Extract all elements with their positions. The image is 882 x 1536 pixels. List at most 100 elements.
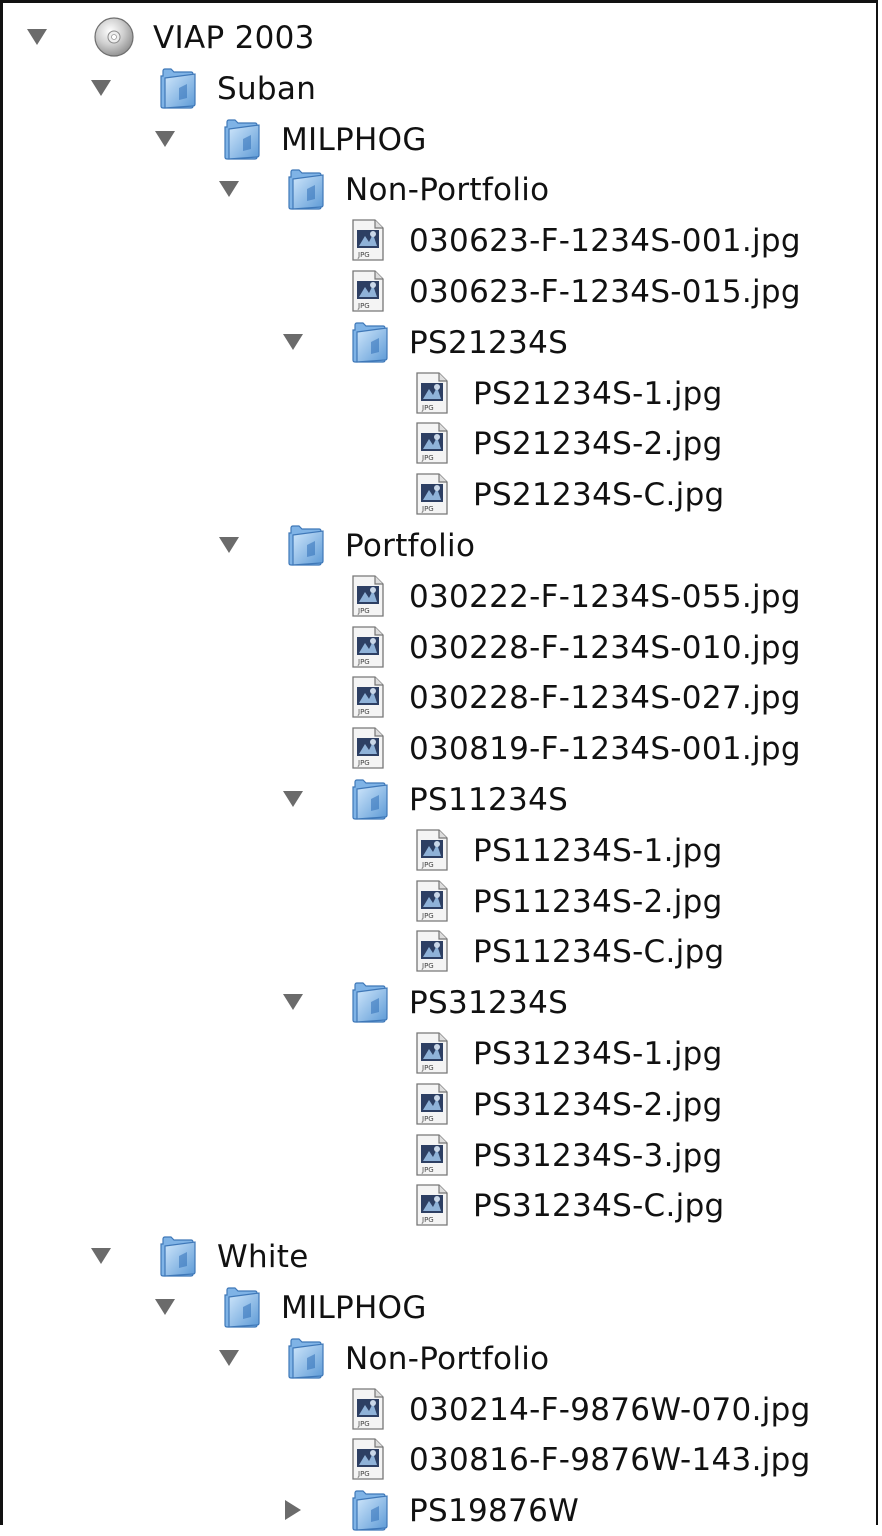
- file-row[interactable]: JPG PS21234S-1.jpg: [3, 368, 881, 419]
- folder-row[interactable]: PS21234S: [3, 317, 881, 368]
- jpeg-file-icon: JPG: [413, 472, 455, 516]
- jpeg-file-icon: JPG: [413, 1133, 455, 1177]
- file-row[interactable]: JPG 030228-F-1234S-010.jpg: [3, 622, 881, 673]
- jpeg-file-icon: JPG: [413, 929, 455, 973]
- item-label: Suban: [217, 70, 317, 107]
- disclosure-triangle-down-icon[interactable]: [279, 787, 307, 811]
- folder-row[interactable]: Portfolio: [3, 520, 881, 571]
- svg-text:JPG: JPG: [357, 658, 370, 666]
- item-label: MILPHOG: [281, 1289, 427, 1326]
- file-row[interactable]: JPG 030214-F-9876W-070.jpg: [3, 1384, 881, 1435]
- folder-icon: [285, 167, 327, 211]
- svg-text:JPG: JPG: [421, 404, 434, 412]
- jpeg-file-icon: JPG: [349, 1437, 391, 1481]
- file-row[interactable]: JPG PS31234S-1.jpg: [3, 1028, 881, 1079]
- disclosure-triangle-down-icon[interactable]: [215, 533, 243, 557]
- folder-icon: [349, 1488, 391, 1532]
- disclosure-triangle-down-icon[interactable]: [279, 990, 307, 1014]
- item-label: PS31234S: [409, 985, 569, 1022]
- jpeg-file-icon: JPG: [349, 218, 391, 262]
- svg-text:JPG: JPG: [421, 861, 434, 869]
- disclosure-triangle-down-icon[interactable]: [215, 177, 243, 201]
- disclosure-triangle-down-icon[interactable]: [151, 1295, 179, 1319]
- disclosure-triangle-down-icon[interactable]: [151, 127, 179, 151]
- folder-icon: [285, 523, 327, 567]
- folder-icon: [221, 1285, 263, 1329]
- svg-text:JPG: JPG: [357, 251, 370, 259]
- item-label: 030228-F-1234S-010.jpg: [409, 629, 801, 666]
- jpeg-file-icon: JPG: [349, 726, 391, 770]
- file-row[interactable]: JPG 030623-F-1234S-015.jpg: [3, 266, 881, 317]
- file-row[interactable]: JPG PS31234S-C.jpg: [3, 1180, 881, 1231]
- folder-icon: [349, 980, 391, 1024]
- item-label: PS21234S: [409, 324, 569, 361]
- svg-text:JPG: JPG: [421, 1115, 434, 1123]
- item-label: 030623-F-1234S-015.jpg: [409, 273, 801, 310]
- folder-icon: [221, 117, 263, 161]
- jpeg-file-icon: JPG: [349, 1387, 391, 1431]
- item-label: PS11234S: [409, 781, 569, 818]
- folder-row[interactable]: MILPHOG: [3, 114, 881, 165]
- file-row[interactable]: JPG PS31234S-2.jpg: [3, 1079, 881, 1130]
- jpeg-file-icon: JPG: [413, 421, 455, 465]
- item-label: Non-Portfolio: [345, 1340, 550, 1377]
- file-row[interactable]: JPG 030816-F-9876W-143.jpg: [3, 1434, 881, 1485]
- disc-row[interactable]: VIAP 2003: [3, 12, 881, 63]
- file-row[interactable]: JPG 030222-F-1234S-055.jpg: [3, 571, 881, 622]
- jpeg-file-icon: JPG: [413, 1082, 455, 1126]
- svg-text:JPG: JPG: [357, 1470, 370, 1478]
- file-row[interactable]: JPG PS31234S-3.jpg: [3, 1130, 881, 1181]
- folder-row[interactable]: Suban: [3, 63, 881, 114]
- item-label: MILPHOG: [281, 121, 427, 158]
- file-row[interactable]: JPG PS21234S-C.jpg: [3, 469, 881, 520]
- item-label: Non-Portfolio: [345, 172, 550, 209]
- svg-text:JPG: JPG: [357, 302, 370, 310]
- jpeg-file-icon: JPG: [349, 574, 391, 618]
- folder-row[interactable]: Non-Portfolio: [3, 164, 881, 215]
- folder-row[interactable]: PS19876W: [3, 1485, 881, 1536]
- item-label: PS21234S-2.jpg: [473, 426, 723, 463]
- file-row[interactable]: JPG PS11234S-1.jpg: [3, 825, 881, 876]
- svg-text:JPG: JPG: [421, 962, 434, 970]
- item-label: PS11234S-1.jpg: [473, 832, 723, 869]
- file-row[interactable]: JPG PS11234S-2.jpg: [3, 876, 881, 927]
- file-browser-window: VIAP 2003 Suban MILPHOG Non-Portfolio JPG 030…: [0, 0, 881, 1531]
- svg-text:JPG: JPG: [421, 454, 434, 462]
- item-label: PS31234S-3.jpg: [473, 1137, 723, 1174]
- file-row[interactable]: JPG 030819-F-1234S-001.jpg: [3, 723, 881, 774]
- svg-text:JPG: JPG: [421, 1166, 434, 1174]
- file-row[interactable]: JPG PS21234S-2.jpg: [3, 418, 881, 469]
- svg-text:JPG: JPG: [421, 505, 434, 513]
- jpeg-file-icon: JPG: [413, 371, 455, 415]
- file-row[interactable]: JPG 030228-F-1234S-027.jpg: [3, 672, 881, 723]
- cd-disc-icon: [93, 15, 135, 59]
- item-label: White: [217, 1239, 309, 1276]
- disclosure-triangle-down-icon[interactable]: [87, 1244, 115, 1268]
- svg-text:JPG: JPG: [357, 1420, 370, 1428]
- svg-text:JPG: JPG: [357, 708, 370, 716]
- jpeg-file-icon: JPG: [413, 879, 455, 923]
- file-row[interactable]: JPG 030623-F-1234S-001.jpg: [3, 215, 881, 266]
- item-label: PS19876W: [409, 1493, 580, 1530]
- jpeg-file-icon: JPG: [413, 1031, 455, 1075]
- folder-row[interactable]: PS11234S: [3, 774, 881, 825]
- disclosure-triangle-down-icon[interactable]: [215, 1346, 243, 1370]
- jpeg-file-icon: JPG: [349, 625, 391, 669]
- folder-row[interactable]: PS31234S: [3, 977, 881, 1028]
- item-label: 030816-F-9876W-143.jpg: [409, 1442, 811, 1479]
- item-label: 030819-F-1234S-001.jpg: [409, 731, 801, 768]
- folder-row[interactable]: White: [3, 1231, 881, 1282]
- svg-text:JPG: JPG: [357, 759, 370, 767]
- disclosure-triangle-down-icon[interactable]: [23, 25, 51, 49]
- item-label: 030228-F-1234S-027.jpg: [409, 680, 801, 717]
- file-row[interactable]: JPG PS11234S-C.jpg: [3, 926, 881, 977]
- folder-row[interactable]: MILPHOG: [3, 1282, 881, 1333]
- item-label: VIAP 2003: [153, 20, 315, 56]
- jpeg-file-icon: JPG: [349, 675, 391, 719]
- folder-icon: [157, 1234, 199, 1278]
- disclosure-triangle-down-icon[interactable]: [87, 76, 115, 100]
- disclosure-triangle-down-icon[interactable]: [279, 330, 307, 354]
- item-label: Portfolio: [345, 527, 476, 564]
- disclosure-triangle-right-icon[interactable]: [279, 1498, 307, 1522]
- folder-row[interactable]: Non-Portfolio: [3, 1333, 881, 1384]
